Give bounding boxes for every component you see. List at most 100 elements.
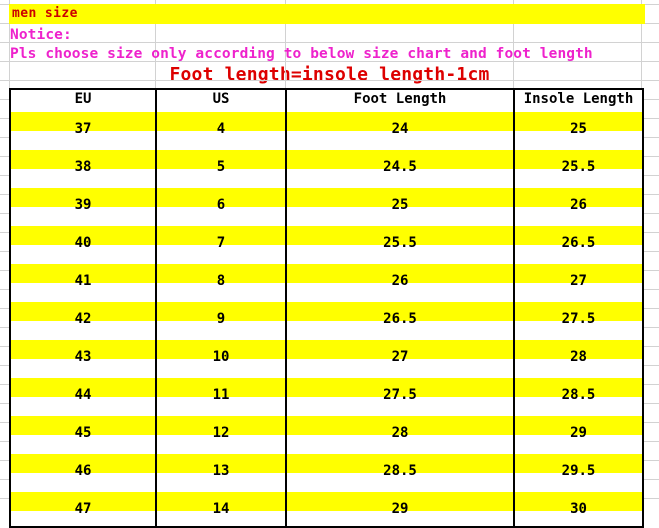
cell-value: 6 [216,197,226,213]
cell-value: 27.5 [561,311,596,327]
column-header-foot-length: Foot Length [285,88,515,109]
cell-value: 25 [391,197,409,213]
cell-value: 45 [74,425,92,441]
cell-foot-length: 28 [285,413,515,451]
size-chart-header: EU US Foot Length Insole Length [9,88,644,109]
cell-value: 41 [74,273,92,289]
table-header-row: EU US Foot Length Insole Length [9,88,644,109]
cell-value: 39 [74,197,92,213]
cell-value: 47 [74,500,92,517]
cell-value: 44 [74,387,92,403]
cell-eu: 43 [9,337,157,375]
table-row: 43 10 27 28 [9,337,644,375]
page-title: men size [9,4,645,24]
cell-insole-length: 25.5 [513,147,644,185]
cell-value: 27 [570,273,587,289]
cell-foot-length: 29 [285,489,515,528]
cell-value: 10 [212,349,230,365]
cell-foot-length: 25.5 [285,223,515,261]
cell-value: 46 [74,463,92,479]
cell-value: 9 [216,311,226,327]
cell-insole-length: 29.5 [513,451,644,489]
cell-value: 28 [570,349,587,365]
cell-foot-length: 27.5 [285,375,515,413]
cell-us: 8 [155,261,287,299]
cell-value: 29 [391,500,409,517]
cell-value: 28 [391,425,409,441]
sheet-row-gridline [0,80,659,81]
cell-value: 28.5 [383,463,417,479]
cell-insole-length: 28.5 [513,375,644,413]
cell-value: 14 [212,500,230,517]
cell-us: 14 [155,489,287,528]
cell-value: 4 [216,121,226,137]
cell-value: 5 [216,159,226,175]
cell-insole-length: 26 [513,185,644,223]
cell-value: 26 [570,197,587,213]
cell-foot-length: 27 [285,337,515,375]
cell-eu: 41 [9,261,157,299]
column-header-insole-length: Insole Length [513,88,644,109]
cell-eu: 38 [9,147,157,185]
cell-us: 9 [155,299,287,337]
cell-value: 24 [391,121,409,137]
table-row: 45 12 28 29 [9,413,644,451]
cell-us: 11 [155,375,287,413]
column-header-us: US [155,88,287,109]
cell-foot-length: 24.5 [285,147,515,185]
cell-value: 38 [74,159,92,175]
cell-us: 13 [155,451,287,489]
size-chart-body: 37 4 24 25 38 5 24.5 25.5 39 6 25 26 40 7 25.5 26.5 41 8 2… [9,109,644,528]
cell-value: 25.5 [383,235,417,251]
cell-foot-length: 24 [285,109,515,147]
cell-value: 8 [216,273,226,289]
cell-us: 10 [155,337,287,375]
table-row: 41 8 26 27 [9,261,644,299]
cell-value: 11 [212,387,230,403]
cell-foot-length: 26.5 [285,299,515,337]
cell-value: 25 [570,121,587,137]
cell-insole-length: 28 [513,337,644,375]
cell-insole-length: 26.5 [513,223,644,261]
cell-value: 13 [212,463,230,479]
cell-eu: 44 [9,375,157,413]
cell-value: 26 [391,273,409,289]
cell-eu: 42 [9,299,157,337]
cell-value: 27 [391,349,409,365]
sheet-row-gridline [0,42,659,43]
cell-us: 5 [155,147,287,185]
column-header-eu: EU [9,88,157,109]
cell-value: 42 [74,311,92,327]
cell-insole-length: 30 [513,489,644,528]
table-row: 39 6 25 26 [9,185,644,223]
cell-value: 28.5 [561,387,596,403]
cell-foot-length: 25 [285,185,515,223]
cell-value: 37 [74,121,92,137]
cell-value: 30 [570,500,587,517]
cell-value: 27.5 [383,387,417,403]
cell-insole-length: 27.5 [513,299,644,337]
cell-eu: 45 [9,413,157,451]
cell-value: 25.5 [561,159,596,175]
table-row: 44 11 27.5 28.5 [9,375,644,413]
notice-label: Notice: [10,27,72,43]
cell-eu: 39 [9,185,157,223]
cell-us: 7 [155,223,287,261]
cell-eu: 46 [9,451,157,489]
table-row: 37 4 24 25 [9,109,644,147]
table-row: 40 7 25.5 26.5 [9,223,644,261]
table-row: 38 5 24.5 25.5 [9,147,644,185]
cell-value: 26.5 [383,311,417,327]
table-row: 42 9 26.5 27.5 [9,299,644,337]
cell-eu: 47 [9,489,157,528]
cell-us: 6 [155,185,287,223]
notice-instruction-text: Pls choose size only according to below … [10,46,593,62]
cell-insole-length: 29 [513,413,644,451]
cell-insole-length: 25 [513,109,644,147]
cell-value: 26.5 [561,235,596,251]
table-row: 46 13 28.5 29.5 [9,451,644,489]
cell-value: 40 [74,235,92,251]
cell-value: 12 [212,425,230,441]
size-chart-container: EU US Foot Length Insole Length 37 4 24 25 3… [9,88,644,528]
cell-value: 7 [216,235,226,251]
